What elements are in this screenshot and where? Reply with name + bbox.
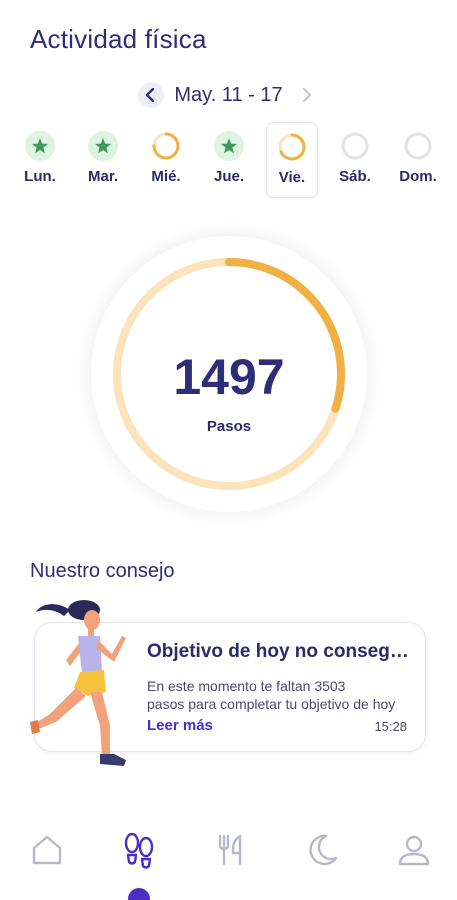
active-tab-indicator <box>128 888 150 900</box>
fork-knife-icon[interactable] <box>208 828 252 872</box>
tip-title: Objetivo de hoy no conseguido <box>147 641 409 662</box>
day-status-icon <box>214 131 244 161</box>
day-status-icon <box>152 132 180 160</box>
day-item[interactable]: Dom. <box>392 122 444 198</box>
day-status-icon <box>88 131 118 161</box>
day-item[interactable]: Jue. <box>203 122 255 198</box>
day-status-icon <box>404 132 432 160</box>
day-item[interactable]: Lun. <box>14 122 66 198</box>
moon-icon[interactable] <box>300 828 344 872</box>
tip-body: En este momento te faltan 3503 pasos par… <box>147 677 409 713</box>
footsteps-icon[interactable] <box>117 828 161 872</box>
tip-body-line: pasos para completar tu objetivo de hoy <box>147 696 396 712</box>
day-status-icon <box>341 132 369 160</box>
steps-count: 1497 <box>173 349 285 405</box>
chevron-right-icon[interactable] <box>293 82 319 108</box>
day-label: Sáb. <box>339 168 371 185</box>
tip-body-line: En este momento te faltan 3503 <box>147 678 346 694</box>
weekday-selector: Lun. Mar. Mié. Jue. Vie. Sáb. Dom. <box>14 122 444 198</box>
day-label: Jue. <box>213 168 244 185</box>
chevron-left-icon[interactable] <box>138 82 165 108</box>
day-label: Dom. <box>399 168 437 185</box>
day-item[interactable]: Sáb. <box>329 122 381 198</box>
day-label: Vie. <box>278 169 306 186</box>
day-item[interactable]: Mié. <box>140 122 192 198</box>
day-status-icon <box>25 131 55 161</box>
bottom-navigation <box>0 818 457 900</box>
day-label: Lun. <box>24 168 56 185</box>
day-label: Mié. <box>151 168 181 185</box>
home-icon[interactable] <box>25 828 69 872</box>
runner-illustration <box>30 600 126 766</box>
page-title: Actividad física <box>30 24 207 54</box>
day-item[interactable]: Vie. <box>266 122 318 198</box>
day-status-icon <box>278 133 306 161</box>
steps-progress-ring: 1497 Pasos <box>91 236 367 512</box>
tip-timestamp: 15:28 <box>374 719 407 734</box>
tip-section-title: Nuestro consejo <box>30 560 175 582</box>
read-more-link[interactable]: Leer más <box>147 717 213 734</box>
week-range-label: May. 11 - 17 <box>174 83 283 106</box>
day-item[interactable]: Mar. <box>77 122 129 198</box>
steps-unit-label: Pasos <box>206 418 252 435</box>
day-label: Mar. <box>87 168 118 185</box>
user-icon[interactable] <box>392 828 436 872</box>
week-navigator: May. 11 - 17 <box>0 82 457 108</box>
